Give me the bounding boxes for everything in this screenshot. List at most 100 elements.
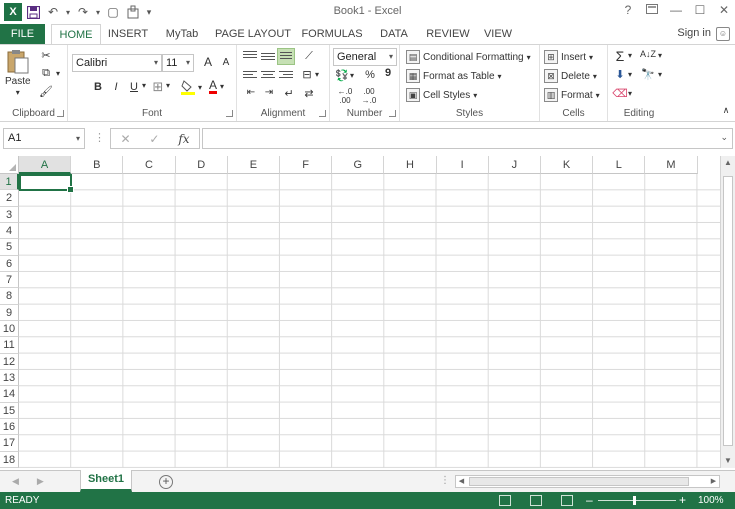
row-header-13[interactable]: 13 (0, 369, 19, 387)
copy-dropdown-icon[interactable]: ▾ (54, 69, 62, 78)
accounting-dropdown-icon[interactable]: ▾ (348, 71, 356, 80)
sheet-tab-sheet1[interactable]: Sheet1 (80, 470, 132, 492)
tab-home[interactable]: HOME (51, 24, 101, 45)
copy-icon[interactable]: ⧉ (38, 67, 54, 80)
row-header-17[interactable]: 17 (0, 435, 19, 452)
sort-filter-dropdown-icon[interactable]: ▾ (656, 51, 664, 60)
tab-file[interactable]: FILE (0, 24, 45, 44)
row-header-5[interactable]: 5 (0, 239, 19, 256)
middle-align-icon[interactable] (261, 53, 275, 65)
center-icon[interactable] (261, 71, 275, 83)
column-header-k[interactable]: K (541, 156, 594, 174)
cancel-icon[interactable]: ✕ (120, 132, 130, 146)
selected-cell-a1[interactable] (19, 174, 74, 193)
scroll-down-icon[interactable]: ▼ (721, 454, 735, 468)
normal-view-icon[interactable] (499, 495, 511, 506)
bold-button[interactable]: B (90, 81, 106, 93)
row-header-14[interactable]: 14 (0, 386, 19, 403)
cell-styles-button[interactable]: ▣ Cell Styles ▾ (406, 88, 477, 102)
sort-filter-icon[interactable]: A↓Z (640, 49, 656, 59)
align-right-icon[interactable] (279, 71, 293, 83)
font-name-combo[interactable]: Calibri ▾ (72, 54, 162, 72)
column-header-d[interactable]: D (175, 156, 228, 174)
autosum-dropdown-icon[interactable]: ▾ (626, 51, 634, 60)
align-left-icon[interactable] (243, 71, 257, 83)
insert-cells-button[interactable]: ⊞ Insert ▾ (544, 50, 593, 64)
column-header-j[interactable]: J (488, 156, 541, 174)
column-header-e[interactable]: E (227, 156, 280, 174)
font-size-combo[interactable]: 11 ▾ (162, 54, 194, 72)
minimize-icon[interactable]: — (669, 3, 683, 17)
row-header-15[interactable]: 15 (0, 402, 19, 419)
page-break-view-icon[interactable] (561, 495, 573, 506)
insert-function-icon[interactable]: fx (178, 132, 189, 146)
tab-mytab[interactable]: MyTab (160, 24, 204, 44)
name-box[interactable]: A1 ▾ (3, 128, 85, 149)
tab-formulas[interactable]: FORMULAS (300, 24, 364, 44)
row-header-11[interactable]: 11 (0, 337, 19, 354)
ribbon-display-icon[interactable] (645, 3, 659, 17)
vertical-scroll-thumb[interactable] (723, 176, 733, 446)
shrink-font-button[interactable]: A (218, 57, 234, 68)
bottom-align-icon[interactable] (277, 48, 295, 65)
conditional-formatting-button[interactable]: ▤ Conditional Formatting ▾ (406, 50, 531, 64)
horizontal-scrollbar[interactable]: ◀ ▶ (455, 475, 720, 488)
row-header-4[interactable]: 4 (0, 222, 19, 240)
scroll-left-icon[interactable]: ◀ (456, 476, 467, 487)
zoom-slider-thumb[interactable] (633, 496, 636, 505)
tab-view[interactable]: VIEW (480, 24, 516, 44)
comma-style-button[interactable]: 9 (380, 67, 396, 79)
zoom-in-button[interactable]: + (679, 493, 686, 507)
tab-data[interactable]: DATA (374, 24, 414, 44)
alignment-launcher-icon[interactable] (319, 110, 326, 117)
percent-style-button[interactable]: % (362, 69, 378, 81)
increase-indent-icon[interactable]: ⇥ (261, 87, 277, 98)
column-header-b[interactable]: B (71, 156, 124, 174)
format-cells-button[interactable]: ▥ Format ▾ (544, 88, 600, 102)
format-painter-icon[interactable]: 🖌 (38, 85, 54, 98)
formula-input[interactable]: ⌄ (202, 128, 733, 149)
help-icon[interactable]: ? (621, 3, 635, 17)
delete-cells-button[interactable]: ⊠ Delete ▾ (544, 69, 597, 83)
scroll-right-icon[interactable]: ▶ (708, 476, 719, 487)
zoom-slider[interactable] (598, 500, 676, 501)
column-header-g[interactable]: G (332, 156, 385, 174)
find-select-dropdown-icon[interactable]: ▾ (656, 70, 664, 79)
increase-decimal-icon[interactable]: ←.0.00 (334, 87, 356, 105)
fill-dropdown-icon[interactable]: ▾ (626, 70, 634, 79)
cell-area[interactable] (19, 174, 720, 468)
number-launcher-icon[interactable] (389, 110, 396, 117)
text-direction-icon[interactable]: ⇄ (301, 87, 317, 100)
collapse-ribbon-icon[interactable]: ∧ (718, 105, 734, 116)
zoom-level[interactable]: 100% (698, 495, 724, 506)
row-header-9[interactable]: 9 (0, 304, 19, 321)
format-as-table-button[interactable]: ▦ Format as Table ▾ (406, 69, 502, 83)
tab-insert[interactable]: INSERT (104, 24, 152, 44)
row-header-1[interactable]: 1 (0, 174, 19, 191)
scroll-up-icon[interactable]: ▲ (721, 156, 735, 170)
clipboard-launcher-icon[interactable] (57, 110, 64, 117)
grow-font-button[interactable]: A (200, 55, 216, 69)
column-header-h[interactable]: H (384, 156, 437, 174)
column-header-m[interactable]: M (645, 156, 698, 174)
row-header-6[interactable]: 6 (0, 255, 19, 272)
row-header-16[interactable]: 16 (0, 418, 19, 436)
column-header-f[interactable]: F (280, 156, 333, 174)
horizontal-scroll-thumb[interactable] (469, 477, 689, 486)
row-header-12[interactable]: 12 (0, 353, 19, 370)
clear-dropdown-icon[interactable]: ▾ (626, 89, 634, 98)
tab-split-handle-icon[interactable]: ⋮ (440, 475, 450, 486)
zoom-out-button[interactable]: – (586, 493, 593, 507)
underline-dropdown-icon[interactable]: ▾ (140, 81, 148, 90)
find-select-icon[interactable]: 🔭 (640, 68, 656, 81)
row-header-3[interactable]: 3 (0, 206, 19, 223)
decrease-decimal-icon[interactable]: .00 →.0 (358, 87, 380, 105)
row-header-18[interactable]: 18 (0, 451, 19, 468)
italic-button[interactable]: I (108, 81, 124, 93)
tab-review[interactable]: REVIEW (424, 24, 472, 44)
row-header-10[interactable]: 10 (0, 320, 19, 338)
wrap-text-icon[interactable]: ↵ (281, 87, 297, 100)
prev-sheet-icon[interactable]: ◀ (12, 476, 19, 487)
vertical-scrollbar[interactable]: ▲ ▼ (720, 156, 735, 468)
formula-bar-resize-icon[interactable]: ⋮ (94, 131, 105, 144)
